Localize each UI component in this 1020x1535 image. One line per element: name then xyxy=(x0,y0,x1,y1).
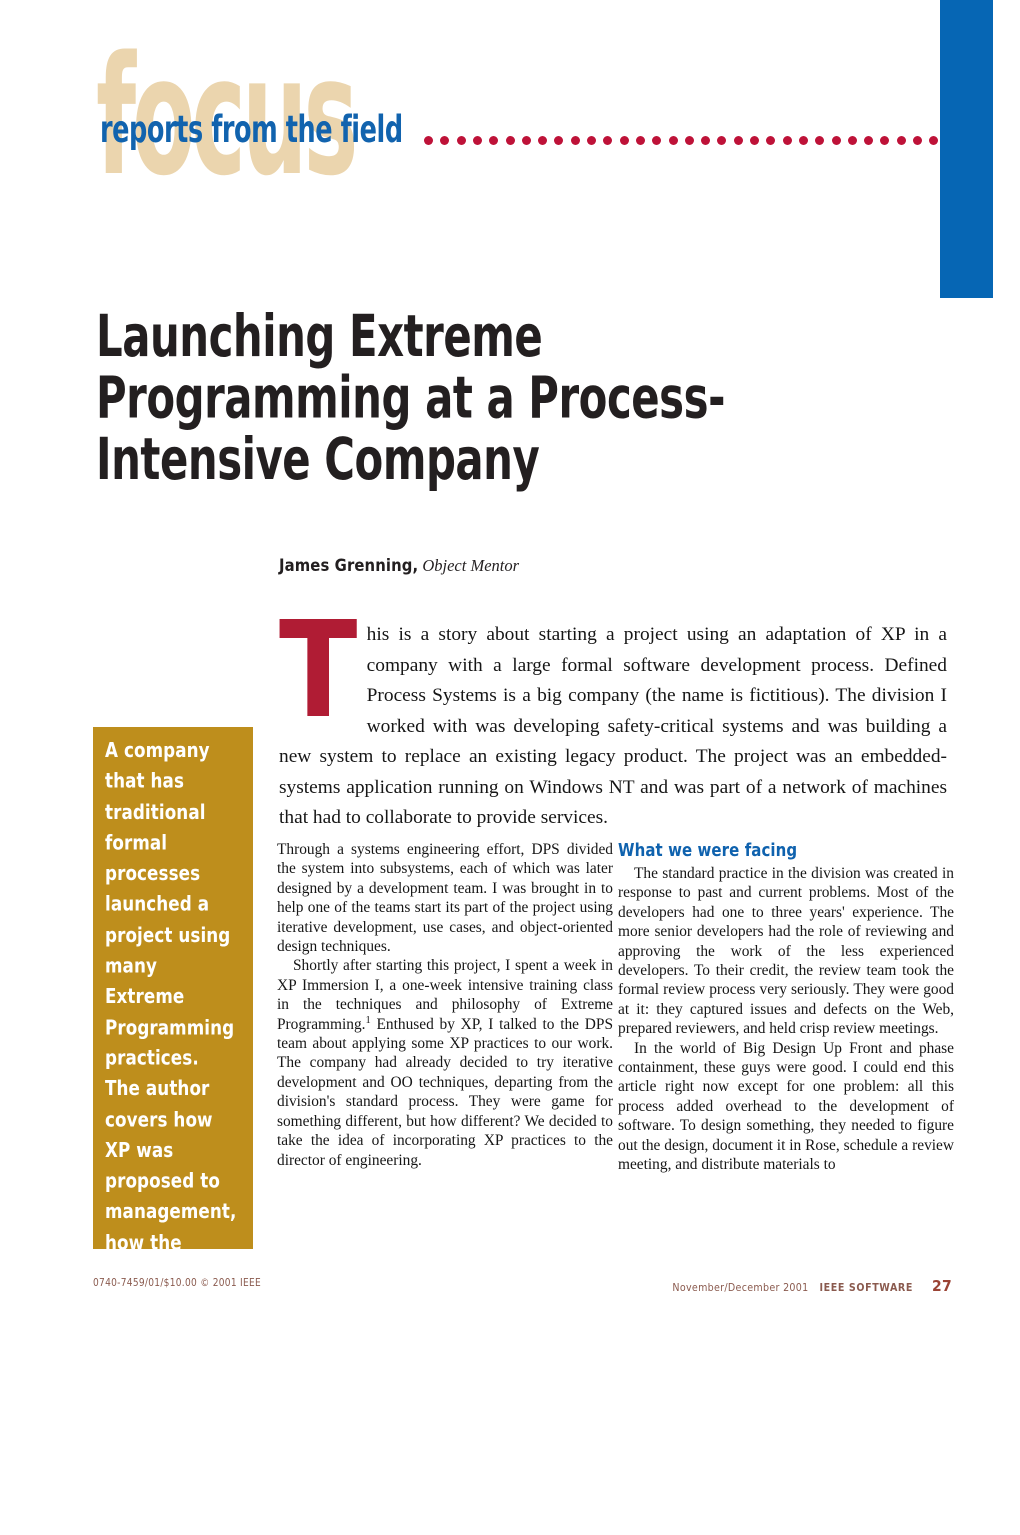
rule-dot xyxy=(815,136,825,145)
rule-dot xyxy=(538,136,548,145)
pull-quote-box: A company that has traditional formal pr… xyxy=(93,727,253,1531)
copyright-line: 0740-7459/01/$10.00 © 2001 IEEE xyxy=(93,1277,262,1289)
rule-dot xyxy=(489,136,499,145)
rule-dot xyxy=(440,136,450,145)
rule-dot xyxy=(424,136,433,145)
paragraph: The standard practice in the division wa… xyxy=(618,865,954,1038)
page-title: Launching Extreme Programming at a Proce… xyxy=(96,302,725,493)
rule-dot xyxy=(864,136,874,145)
drop-cap: T xyxy=(279,594,358,748)
body-column-right: What we were facing The standard practic… xyxy=(618,840,954,1175)
rule-dot xyxy=(554,136,564,145)
author-affiliation: Object Mentor xyxy=(422,556,520,575)
footer-issue-line: November/December 2001 IEEE SOFTWARE 27 xyxy=(672,1277,952,1295)
rule-dot xyxy=(684,136,694,145)
author-name: James Grenning, xyxy=(279,556,419,575)
rule-dot xyxy=(717,136,727,145)
rule-dot xyxy=(766,136,776,145)
rule-dot xyxy=(847,136,857,145)
rule-dot xyxy=(456,136,466,145)
header-blue-bar xyxy=(940,0,993,298)
rule-dot xyxy=(521,136,531,145)
lead-paragraph: This is a story about starting a project… xyxy=(279,594,947,834)
rule-dot xyxy=(798,136,808,145)
issue-date: November/December 2001 xyxy=(672,1282,809,1294)
section-heading: What we were facing xyxy=(618,841,798,861)
body-column-left: Through a systems engineering effort, DP… xyxy=(277,840,613,1170)
rule-dot xyxy=(701,136,711,145)
rule-dot xyxy=(929,136,939,145)
rule-dot xyxy=(880,136,890,145)
lead-text: his is a story about starting a project … xyxy=(279,624,947,828)
paragraph-text-cont: Enthused by XP, I talked to the DPS team… xyxy=(277,1015,613,1169)
paragraph: Through a systems engineering effort, DP… xyxy=(277,841,613,956)
rule-dot xyxy=(896,136,906,145)
rule-dot xyxy=(570,136,580,145)
rule-dot xyxy=(472,136,482,145)
rule-dot xyxy=(587,136,596,145)
paragraph: In the world of Big Design Up Front and … xyxy=(618,1039,954,1174)
rule-dot xyxy=(750,136,759,145)
rule-dot xyxy=(635,136,645,145)
rule-dot xyxy=(505,136,515,145)
rule-dot xyxy=(619,136,629,145)
dotted-rule xyxy=(424,136,944,148)
rule-dot xyxy=(913,136,922,145)
paragraph: Shortly after starting this project, I s… xyxy=(277,956,613,1169)
rule-dot xyxy=(603,136,613,145)
rule-dot xyxy=(831,136,841,145)
rule-dot xyxy=(668,136,678,145)
rule-dot xyxy=(782,136,792,145)
department-kicker: reports from the field xyxy=(100,106,403,152)
byline: James Grenning, Object Mentor xyxy=(279,556,519,576)
rule-dot xyxy=(733,136,743,145)
magazine-name: IEEE SOFTWARE xyxy=(819,1282,913,1294)
page-number: 27 xyxy=(931,1277,952,1295)
pull-quote-text: A company that has traditional formal pr… xyxy=(105,738,237,1532)
rule-dot xyxy=(652,136,662,145)
footnote-marker[interactable]: 1 xyxy=(366,1015,371,1026)
